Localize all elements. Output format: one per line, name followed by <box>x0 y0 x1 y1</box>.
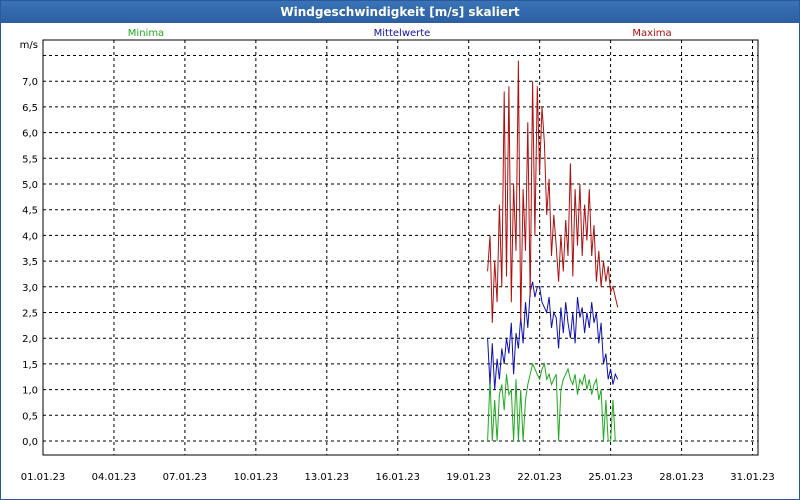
y-tick-label: 4,5 <box>22 206 38 217</box>
y-tick-label: 2,5 <box>22 309 38 320</box>
y-tick-label: 0,0 <box>22 437 38 448</box>
legend-mittelwerte: Mittelwerte <box>374 28 431 39</box>
y-tick-label: 5,0 <box>22 180 38 191</box>
y-tick-label: 3,0 <box>22 283 38 294</box>
chart-plot: 0,0 0,5 1,0 1,5 2,0 2,5 3,0 3,5 4,0 4,5 5,0 5,5 6,0 6… <box>20 28 775 483</box>
x-tick-label: 19.01.23 <box>446 472 491 483</box>
legend-minima: Minima <box>128 28 164 39</box>
y-tick-label: 1,0 <box>22 386 38 397</box>
series-line-minima <box>487 362 618 442</box>
x-tick-label: 16.01.23 <box>375 472 420 483</box>
y-tick-label: 4,0 <box>22 231 38 242</box>
x-tick-label: 22.01.23 <box>517 472 562 483</box>
y-tick-label: 7,0 <box>22 77 38 88</box>
series-line-maxima <box>487 60 619 323</box>
x-tick-label: 04.01.23 <box>92 472 137 483</box>
x-tick-label: 25.01.23 <box>588 472 633 483</box>
x-tick-label: 07.01.23 <box>163 472 208 483</box>
plot-border <box>42 39 759 456</box>
x-tick-label: 28.01.23 <box>659 472 704 483</box>
y-tick-label: 2,0 <box>22 334 38 345</box>
y-tick-label: 5,5 <box>22 154 38 165</box>
x-tick-label: 10.01.23 <box>234 472 279 483</box>
y-tick-label: 6,5 <box>22 103 38 114</box>
y-tick-label: 1,5 <box>22 360 38 371</box>
y-tick-label: 6,0 <box>22 129 38 140</box>
legend-maxima: Maxima <box>632 28 671 39</box>
y-axis-label: m/s <box>20 40 38 51</box>
x-tick-label: 13.01.23 <box>305 472 350 483</box>
x-tick-label: 31.01.23 <box>730 472 775 483</box>
y-tick-label: 3,5 <box>22 257 38 268</box>
series-line-mittelwerte <box>487 281 619 390</box>
y-tick-label: 0,5 <box>22 411 38 422</box>
x-tick-label: 01.01.23 <box>21 472 66 483</box>
